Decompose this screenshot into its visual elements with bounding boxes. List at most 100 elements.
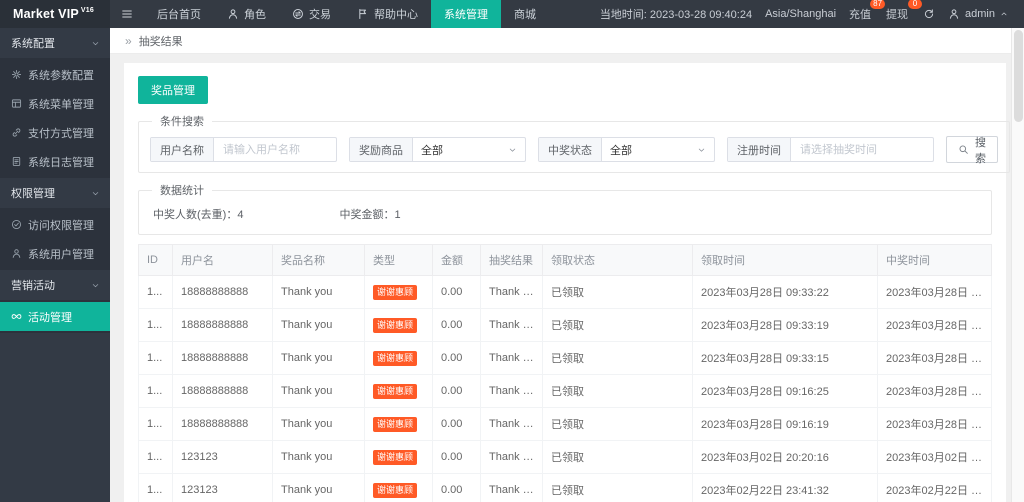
- nav-item-label: 后台首页: [157, 9, 201, 21]
- status-select[interactable]: 全部: [602, 138, 714, 161]
- nav-item-roles[interactable]: 角色: [214, 0, 279, 28]
- cell-draw-result: Thank you: [480, 275, 543, 309]
- table-row: 1... 123123 Thank you 谢谢惠顾 0.00 Thank you 已领取 2…: [138, 440, 992, 474]
- breadcrumb-symbol: »: [125, 33, 132, 48]
- cell-id: 1...: [138, 341, 173, 375]
- search-button-label: 搜 索: [975, 136, 986, 165]
- type-badge: 谢谢惠顾: [373, 350, 418, 366]
- cell-win-time: 2023年03月28日 09:16:25: [877, 374, 992, 408]
- nav-item-system-manage[interactable]: 系统管理: [431, 0, 501, 28]
- chevron-up-icon: [1000, 10, 1008, 18]
- product-select[interactable]: 全部: [413, 138, 525, 161]
- type-badge: 谢谢惠顾: [373, 383, 418, 399]
- breadcrumb-label: 抽奖结果: [138, 35, 183, 48]
- cell-claim-time: 2023年03月28日 09:33:19: [692, 308, 878, 342]
- username-input[interactable]: [214, 138, 336, 161]
- stats-row: 中奖人数(去重)：4 中奖金额：1: [150, 203, 980, 225]
- refresh-button[interactable]: [923, 8, 935, 20]
- winners-stat: 中奖人数(去重)：4: [153, 206, 243, 222]
- nav-item-label: 系统管理: [444, 9, 488, 21]
- file-log-icon: [12, 156, 21, 167]
- cell-username: 123123: [172, 473, 273, 502]
- nav-item-label: 商城: [514, 9, 536, 21]
- cell-claim-status: 已领取: [542, 275, 693, 309]
- table-header-row: ID 用户名 奖品名称 类型 金额 抽奖结果 领取状态 领取时间 中奖时间: [138, 244, 992, 276]
- cell-username: 18888888888: [172, 407, 273, 441]
- column-header-amount: 金额: [432, 244, 481, 276]
- nav-item-help-center[interactable]: 帮助中心: [344, 0, 431, 28]
- main-nav: 后台首页 角色 交易 帮助中心 系统管理 商城: [144, 0, 549, 28]
- brand-name: Market VIP: [13, 7, 79, 21]
- search-legend: 条件搜索: [160, 116, 204, 128]
- scrollbar-track[interactable]: [1011, 28, 1024, 502]
- nav-item-home[interactable]: 后台首页: [144, 0, 214, 28]
- cell-type: 谢谢惠顾: [364, 275, 433, 309]
- sidebar-item-system-log-manage[interactable]: 系统日志管理: [0, 147, 110, 176]
- breadcrumb: » 抽奖结果: [110, 28, 1024, 54]
- cell-prize-name: Thank you: [272, 275, 365, 309]
- chevron-up-icon: [1001, 12, 1007, 16]
- sidebar-item-label: 系统参数配置: [28, 69, 94, 82]
- sidebar-item-payment-method-manage[interactable]: 支付方式管理: [0, 118, 110, 147]
- gear-icon: [11, 69, 22, 80]
- sidebar-item-system-menu-manage[interactable]: 系统菜单管理: [0, 89, 110, 118]
- status-select-value: 全部: [610, 144, 632, 157]
- recharge-label: 充值: [849, 9, 872, 21]
- type-badge: 谢谢惠顾: [373, 284, 418, 300]
- cell-draw-result: Thank you: [480, 374, 543, 408]
- column-header-claim-status: 领取状态: [542, 244, 693, 276]
- username-label: 用户名称: [151, 138, 214, 161]
- type-badge: 谢谢惠顾: [373, 449, 418, 465]
- column-header-id: ID: [138, 244, 173, 276]
- cell-claim-status: 已领取: [542, 374, 693, 408]
- cell-type: 谢谢惠顾: [364, 473, 433, 502]
- cell-draw-result: Thank you: [480, 473, 543, 502]
- sidebar-item-label: 访问权限管理: [28, 219, 94, 232]
- chevron-down-icon: [92, 191, 99, 195]
- topbar-right: 当地时间: 2023-03-28 09:40:24 Asia/Shanghai …: [600, 0, 1024, 28]
- person-icon: [949, 9, 959, 19]
- cell-win-time: 2023年03月28日 09:16:19: [877, 407, 992, 441]
- withdraw-button[interactable]: 提现 0: [886, 0, 923, 22]
- column-header-win-time: 中奖时间: [877, 244, 992, 276]
- sidebar-section-marketing-activity[interactable]: 营销活动: [0, 270, 110, 300]
- main-card: 奖品管理 条件搜索 用户名称 奖励商品 全部: [124, 63, 1010, 502]
- nav-item-trade[interactable]: 交易: [279, 0, 344, 28]
- prize-manage-button[interactable]: 奖品管理: [138, 76, 208, 104]
- cell-claim-time: 2023年03月28日 09:16:19: [692, 407, 878, 441]
- table-row: 1... 18888888888 Thank you 谢谢惠顾 0.00 Thank yo…: [138, 374, 992, 408]
- sidebar-section-permission-manage[interactable]: 权限管理: [0, 178, 110, 208]
- draw-time-input[interactable]: [791, 138, 933, 161]
- sidebar-item-system-params-config[interactable]: 系统参数配置: [0, 60, 110, 89]
- brand-logo: Market VIP V16: [0, 0, 110, 28]
- table-row: 1... 123123 Thank you 谢谢惠顾 0.00 Thank you 已领取 2…: [138, 473, 992, 502]
- nav-item-mall[interactable]: 商城: [501, 0, 549, 28]
- user-menu[interactable]: admin: [948, 8, 1008, 20]
- sidebar-item-system-user-manage[interactable]: 系统用户管理: [0, 239, 110, 268]
- time-label: 注册时间: [728, 138, 791, 161]
- sidebar-item-label: 系统用户管理: [28, 248, 94, 261]
- sidebar-item-access-permission-manage[interactable]: 访问权限管理: [0, 210, 110, 239]
- recharge-button[interactable]: 充值 87: [849, 0, 886, 22]
- cell-id: 1...: [138, 440, 173, 474]
- search-button[interactable]: 搜 索: [946, 136, 998, 165]
- cell-prize-name: Thank you: [272, 308, 365, 342]
- cell-id: 1...: [138, 374, 173, 408]
- cell-claim-status: 已领取: [542, 440, 693, 474]
- amount-stat-value: 1: [394, 209, 401, 221]
- sidebar-toggle-button[interactable]: [110, 0, 144, 28]
- chevron-down-icon: [92, 41, 99, 45]
- search-row: 用户名称 奖励商品 全部 中奖状态 全部: [150, 136, 998, 165]
- scrollbar-thumb[interactable]: [1013, 30, 1023, 122]
- cell-win-time: 2023年03月02日 20:20:16: [877, 440, 992, 474]
- cell-username: 18888888888: [172, 308, 273, 342]
- column-header-type: 类型: [364, 244, 433, 276]
- amount-stat: 中奖金额：1: [339, 206, 400, 222]
- sidebar-section-system-config[interactable]: 系统配置: [0, 28, 110, 58]
- status-select-group: 中奖状态 全部: [538, 137, 715, 162]
- cell-claim-time: 2023年03月02日 20:20:16: [692, 440, 878, 474]
- cell-type: 谢谢惠顾: [364, 440, 433, 474]
- nav-item-label: 角色: [244, 9, 266, 21]
- recharge-count-badge: 87: [870, 0, 886, 9]
- sidebar-item-activity-manage[interactable]: 活动管理: [0, 302, 110, 331]
